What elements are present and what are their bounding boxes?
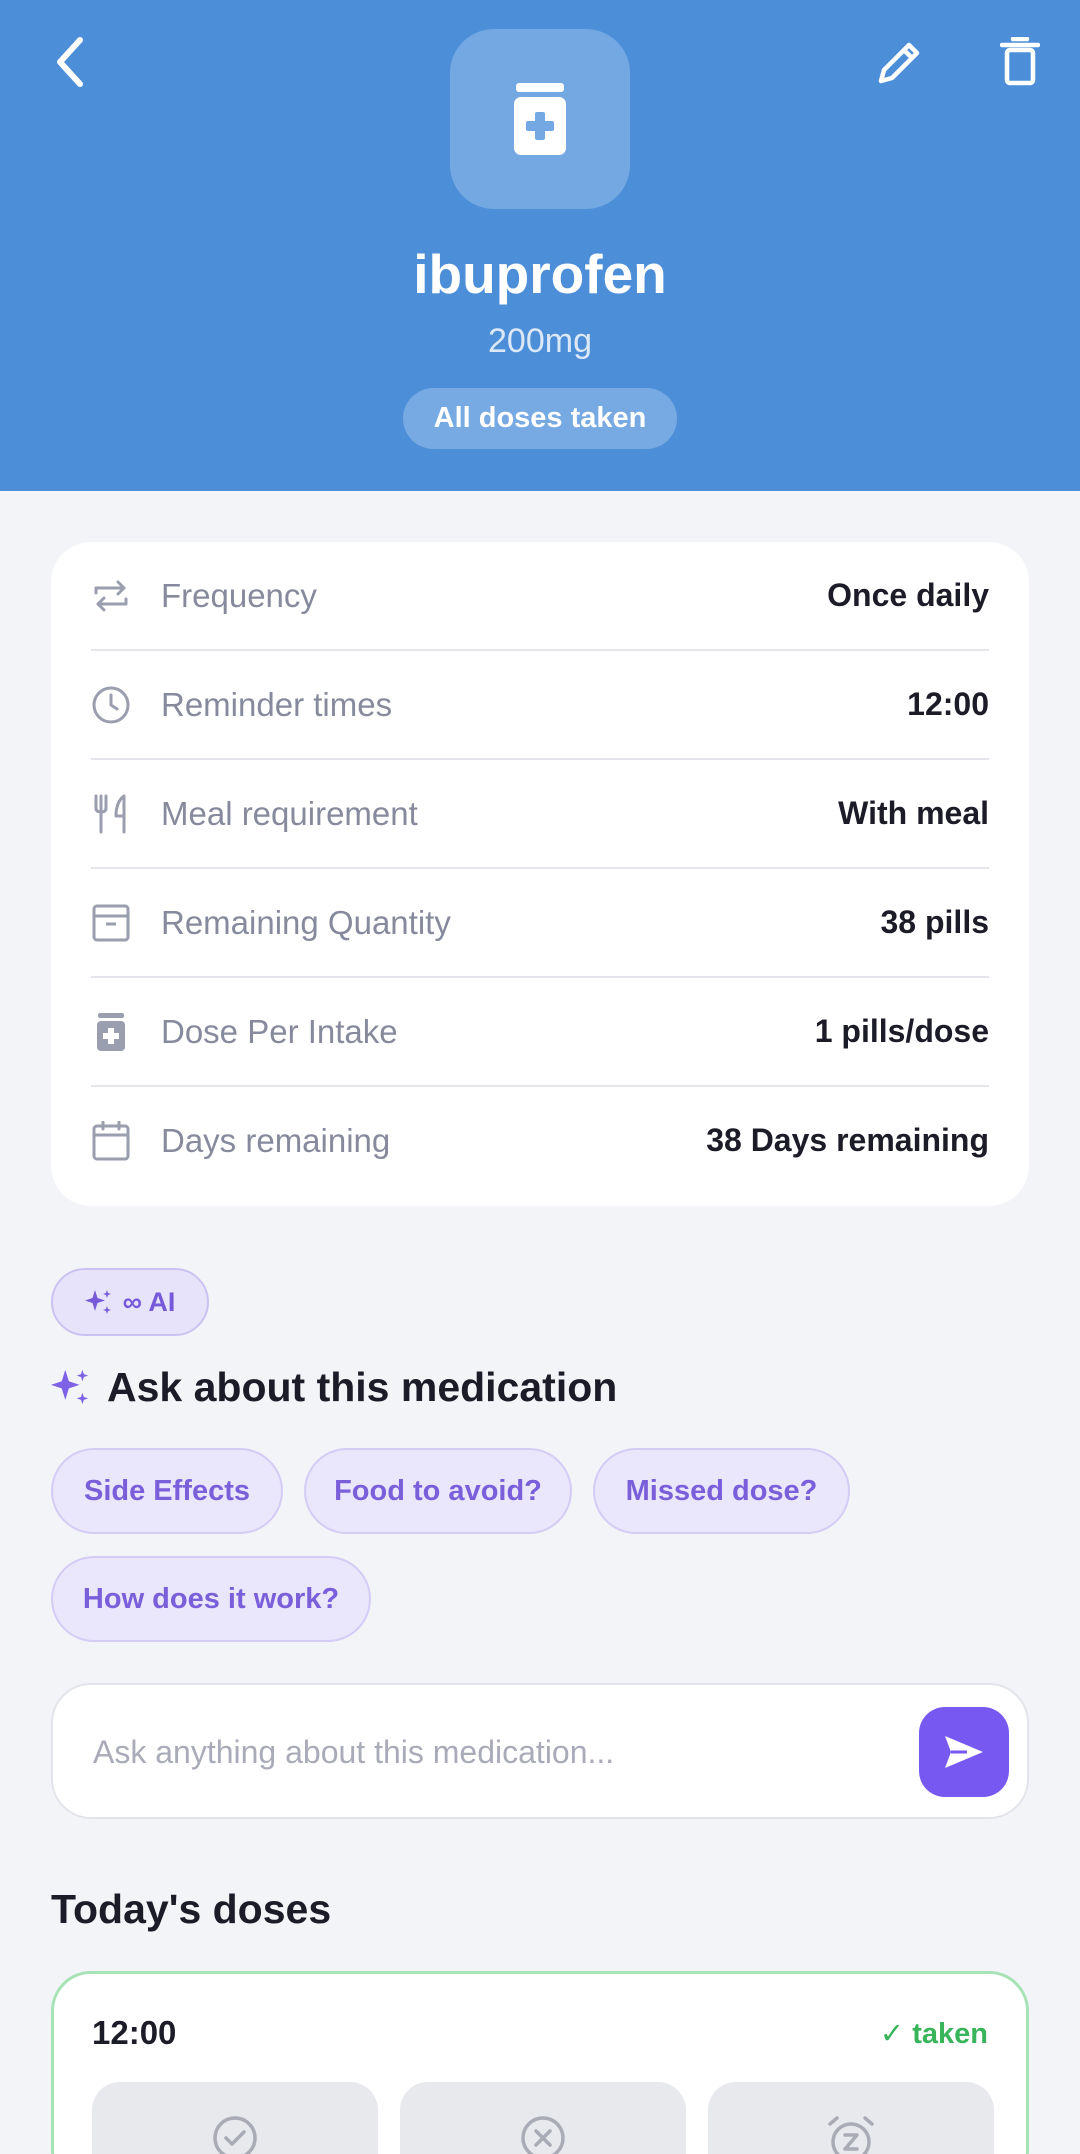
detail-row-remaining-quantity: Remaining Quantity 38 pills <box>91 869 989 976</box>
chevron-left-icon <box>57 37 83 87</box>
detail-value: 38 Days remaining <box>706 1122 989 1158</box>
detail-label: Reminder times <box>161 685 393 723</box>
edit-button[interactable] <box>860 22 940 102</box>
detail-label: Dose Per Intake <box>161 1012 398 1050</box>
detail-row-days-remaining: Days remaining 38 Days remaining <box>91 1087 989 1194</box>
todays-doses-title: Today's doses <box>51 1886 332 1932</box>
detail-label: Frequency <box>161 576 317 614</box>
suggestion-chip-missed-dose[interactable]: Missed dose? <box>593 1448 850 1534</box>
ask-input[interactable] <box>93 1723 913 1781</box>
suggestion-chip-side-effects[interactable]: Side Effects <box>51 1448 283 1534</box>
ask-section-title: Ask about this medication <box>107 1363 618 1410</box>
sparkles-icon <box>84 1290 111 1314</box>
ask-section-header: Ask about this medication <box>51 1360 617 1414</box>
detail-label: Meal requirement <box>161 794 418 832</box>
medication-header: ibuprofen 200mg All doses taken <box>0 0 1080 491</box>
sparkles-icon <box>51 1369 89 1405</box>
detail-value: Once daily <box>827 577 989 613</box>
clock-icon <box>91 685 131 725</box>
pencil-icon <box>878 42 920 84</box>
detail-label: Days remaining <box>161 1121 391 1159</box>
detail-row-meal-requirement: Meal requirement With meal <box>91 760 989 867</box>
detail-row-reminder-times: Reminder times 12:00 <box>91 651 989 758</box>
x-circle-icon <box>521 2116 565 2154</box>
detail-value: 1 pills/dose <box>814 1013 989 1049</box>
delete-button[interactable] <box>980 22 1060 102</box>
ai-badge-label: ∞ AI <box>122 1286 176 1317</box>
detail-label: Remaining Quantity <box>161 903 451 941</box>
ai-badge: ∞ AI <box>51 1268 209 1336</box>
medication-icon-tile <box>450 29 630 209</box>
suggestion-chip-how-it-works[interactable]: How does it work? <box>51 1556 371 1642</box>
ask-input-container <box>51 1683 1029 1819</box>
detail-value: With meal <box>838 795 989 831</box>
suggestion-chip-food-to-avoid[interactable]: Food to avoid? <box>304 1448 572 1534</box>
snooze-button[interactable] <box>708 2082 994 2154</box>
status-badge: All doses taken <box>403 388 677 449</box>
mark-skipped-button[interactable] <box>400 2082 686 2154</box>
mark-taken-button[interactable] <box>92 2082 378 2154</box>
detail-row-frequency: Frequency Once daily <box>91 542 989 649</box>
check-circle-icon <box>213 2116 257 2154</box>
back-button[interactable] <box>30 22 110 102</box>
detail-value: 12:00 <box>907 686 989 722</box>
snooze-alarm-icon <box>828 2116 874 2154</box>
dose-status: ✓ taken <box>879 2018 988 2050</box>
repeat-icon <box>91 576 131 616</box>
utensils-icon <box>91 794 131 834</box>
detail-row-dose-per-intake: Dose Per Intake 1 pills/dose <box>91 978 989 1085</box>
trash-icon <box>1000 37 1040 86</box>
medication-details-card: Frequency Once daily Reminder times 12:0… <box>51 542 1029 1206</box>
calendar-icon <box>91 1120 131 1161</box>
dose-card: 12:00 ✓ taken <box>51 1971 1029 2154</box>
dose-time: 12:00 <box>92 2014 177 2051</box>
send-icon <box>945 1736 983 1768</box>
send-button[interactable] <box>919 1707 1009 1797</box>
medication-strength: 200mg <box>488 322 592 360</box>
pill-bottle-icon <box>514 83 566 155</box>
detail-value: 38 pills <box>880 904 990 940</box>
pill-bottle-icon <box>91 1012 131 1052</box>
archive-icon <box>91 903 131 943</box>
medication-name: ibuprofen <box>413 243 667 305</box>
